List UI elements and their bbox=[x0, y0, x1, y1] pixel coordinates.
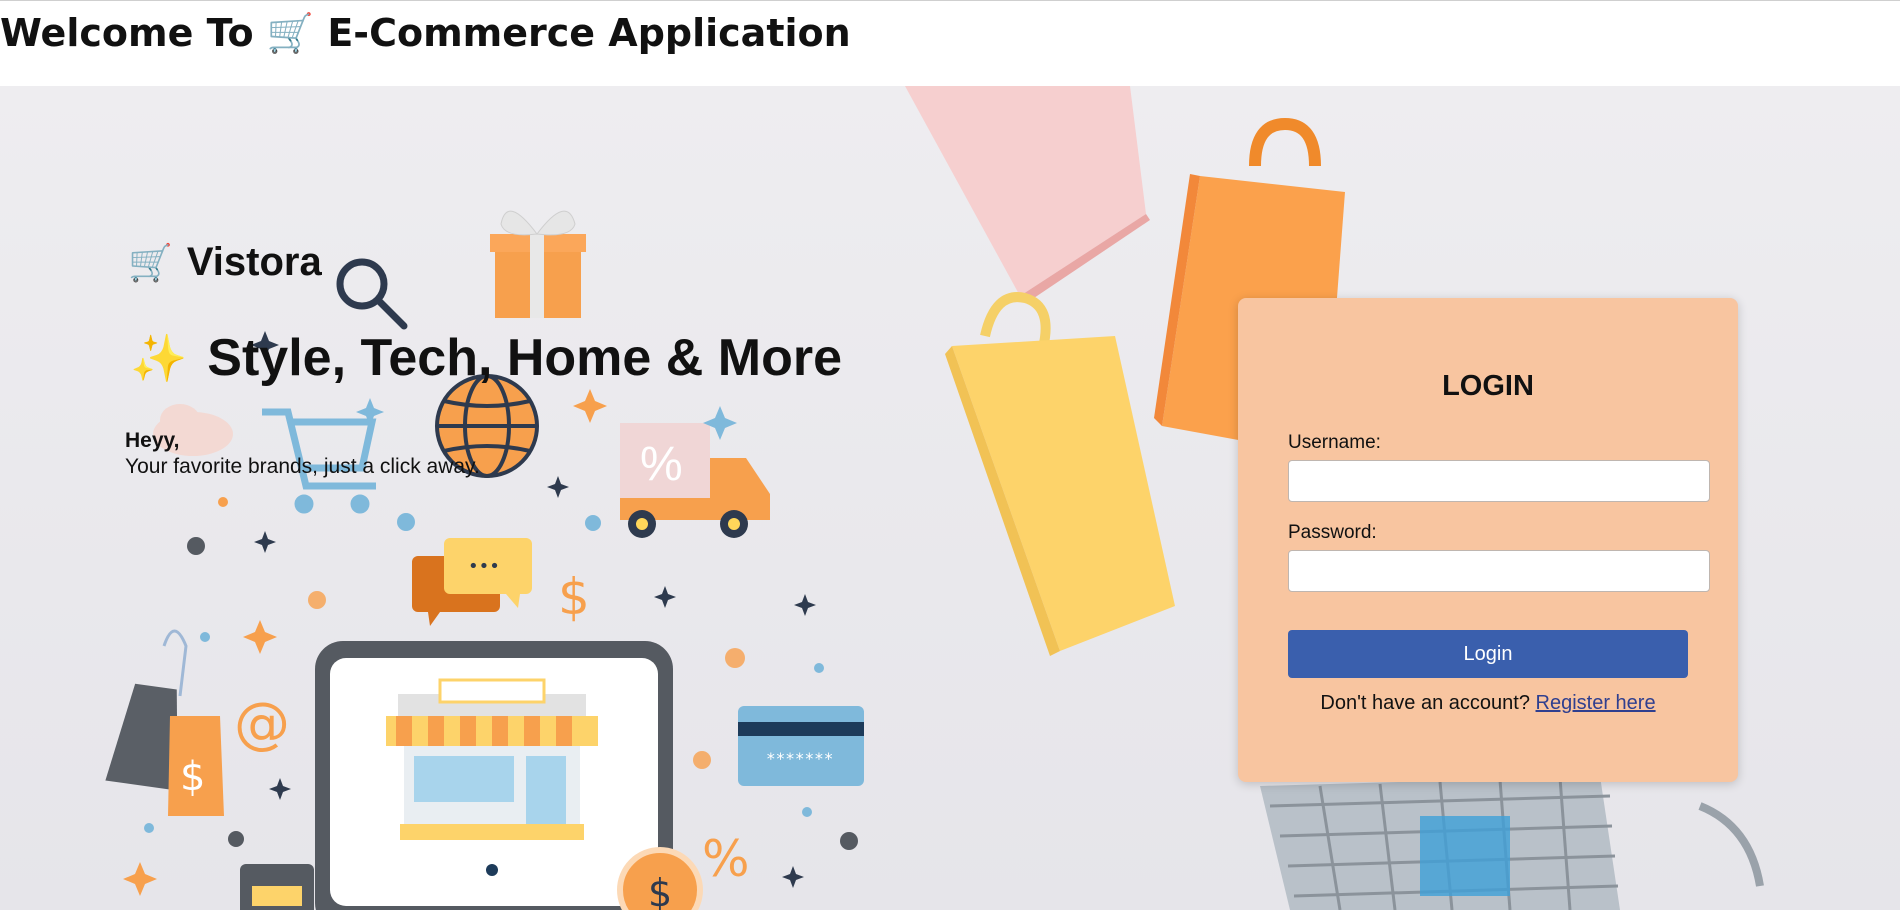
brand: 🛒 Vistora bbox=[128, 240, 322, 285]
register-line: Don't have an account? Register here bbox=[1238, 692, 1738, 715]
brand-name: Vistora bbox=[186, 240, 322, 284]
price-tag-icon: $ bbox=[105, 629, 224, 816]
chat-dots-label: ••• bbox=[468, 556, 500, 577]
card-number-label: ******* bbox=[766, 749, 833, 768]
at-sign-label: @ bbox=[234, 691, 290, 756]
tagline-text: Style, Tech, Home & More bbox=[207, 329, 843, 387]
dollar-sign-label: $ bbox=[558, 568, 590, 626]
tag-dollar-label: $ bbox=[180, 754, 205, 800]
delivery-truck-icon: % bbox=[620, 423, 770, 538]
login-card: LOGIN Username: Password: Login Don't ha… bbox=[1238, 298, 1738, 782]
yellow-bag-icon bbox=[945, 292, 1175, 656]
shopping-cart-icon: 🛒 bbox=[128, 241, 173, 283]
tagline: ✨ Style, Tech, Home & More bbox=[130, 328, 842, 388]
shopping-cart-photo-icon bbox=[1260, 776, 1764, 910]
login-title: LOGIN bbox=[1442, 370, 1534, 402]
calculator-icon bbox=[240, 864, 314, 910]
greeting-text: Your favorite brands, just a click away. bbox=[125, 455, 480, 478]
magnifier-icon bbox=[336, 258, 408, 330]
chat-bubble-icon: ••• bbox=[412, 538, 532, 626]
password-label: Password: bbox=[1288, 522, 1377, 543]
coin-icon: $ bbox=[617, 847, 703, 910]
percent-sign-label: % bbox=[702, 830, 750, 888]
gift-icon bbox=[490, 210, 586, 318]
hero-section: % ••• $ @ % $ ******* $ 🛒 Vistora ✨ Styl… bbox=[0, 86, 1900, 910]
sparkles-icon: ✨ bbox=[130, 332, 188, 384]
top-bar: Welcome To 🛒 E-Commerce Application bbox=[0, 0, 1900, 86]
register-link[interactable]: Register here bbox=[1536, 692, 1656, 714]
register-prompt: Don't have an account? bbox=[1320, 692, 1530, 714]
computer-storefront-icon bbox=[315, 641, 673, 910]
pink-box-icon bbox=[905, 86, 1150, 302]
password-input[interactable] bbox=[1288, 550, 1710, 592]
app-title: Welcome To 🛒 E-Commerce Application bbox=[0, 11, 851, 55]
truck-percent-label: % bbox=[640, 438, 683, 491]
coin-dollar-label: $ bbox=[648, 871, 672, 910]
login-button[interactable]: Login bbox=[1288, 630, 1688, 678]
username-label: Username: bbox=[1288, 432, 1381, 453]
greeting: Heyy, Your favorite brands, just a click… bbox=[125, 428, 480, 480]
username-input[interactable] bbox=[1288, 460, 1710, 502]
greeting-title: Heyy, bbox=[125, 429, 180, 452]
credit-card-icon: ******* bbox=[738, 706, 864, 786]
